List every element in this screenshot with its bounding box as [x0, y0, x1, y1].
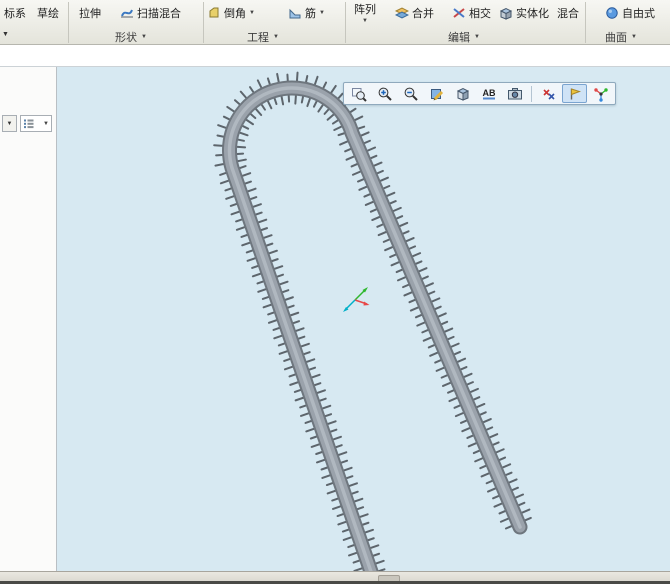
ribbon-button-intersect[interactable]: 相交 — [449, 0, 494, 26]
saved-orientations-button[interactable]: AB — [476, 84, 501, 103]
saved-orientations-icon: AB — [482, 88, 495, 99]
chevron-down-icon: ▼ — [474, 34, 480, 40]
display-style-icon — [456, 87, 469, 101]
ribbon-button-swept-blend[interactable]: 扫描混合 — [117, 0, 184, 26]
ribbon-button-extrude[interactable]: 拉伸 — [76, 0, 104, 26]
ribbon-button-blend[interactable]: 混合 — [554, 0, 582, 26]
spin-axis-x-arrowhead — [363, 301, 370, 306]
zoom-in-icon — [378, 87, 392, 101]
repaint-icon — [430, 88, 443, 100]
solidify-icon — [499, 7, 513, 20]
model-tree-filter-button[interactable]: ▼ — [2, 115, 17, 132]
pattern-label: 阵列 — [354, 4, 376, 16]
toolbar-separator — [531, 85, 532, 102]
zoom-in-button[interactable] — [372, 84, 397, 103]
named-views-icon — [507, 87, 522, 99]
spin-center-icon — [593, 87, 608, 102]
spin-center-triad — [343, 287, 370, 312]
zoom-out-button[interactable] — [398, 84, 423, 103]
refit-button[interactable] — [346, 84, 371, 103]
ribbon-group-separator — [585, 2, 586, 43]
ribbon-group-separator — [345, 2, 346, 43]
toolbar-spacer — [0, 46, 670, 67]
swept-blend-icon — [121, 9, 133, 18]
ribbon-button-chamfer[interactable]: 倒角 ▼ — [204, 0, 258, 26]
chevron-down-icon: ▼ — [43, 120, 49, 127]
model-tree-display-combo[interactable]: ▼ — [20, 115, 52, 132]
ribbon-button-rib[interactable]: 筋 ▼ — [285, 0, 328, 26]
chamfer-label: 倒角 — [224, 8, 246, 20]
ribbon-group-surfaces[interactable]: 曲面 ▼ — [590, 30, 652, 44]
saved-orientations-glyph: AB — [482, 88, 495, 98]
chamfer-icon — [209, 7, 219, 18]
in-graphics-toolbar: AB — [343, 82, 616, 105]
chevron-down-icon: ▼ — [273, 34, 279, 40]
chevron-down-icon: ▼ — [6, 120, 13, 127]
ribbon: 标系 草绘 拉伸 扫描混合 倒角 ▼ 筋 ▼ 阵列 ▼ 合并 相交 实体化 混合… — [0, 0, 670, 45]
ribbon-button-coordinate-system[interactable]: 标系 — [1, 0, 29, 26]
ribbon-button-freestyle[interactable]: 自由式 — [602, 0, 658, 26]
editing-group-label: 编辑 — [448, 32, 471, 44]
zoom-out-icon — [404, 87, 418, 101]
ribbon-button-solidify[interactable]: 实体化 — [496, 0, 552, 26]
chevron-down-icon: ▼ — [631, 34, 637, 40]
annotation-display-icon — [570, 87, 581, 99]
model-tree-panel: ▼ ▼ — [0, 67, 57, 571]
display-style-button[interactable] — [450, 84, 475, 103]
ribbon-group-editing[interactable]: 编辑 ▼ — [433, 30, 495, 44]
intersect-label: 相交 — [469, 8, 491, 20]
blend-label: 混合 — [557, 8, 579, 20]
rib-icon — [289, 8, 301, 19]
sketch-label: 草绘 — [37, 8, 59, 20]
list-icon — [24, 119, 34, 129]
intersect-icon — [453, 8, 465, 18]
shapes-group-label: 形状 — [115, 32, 138, 44]
swept-blend-label: 扫描混合 — [137, 8, 181, 20]
ribbon-overflow-chevron-icon[interactable]: ▼ — [2, 31, 9, 38]
spin-center-toggle-button[interactable] — [588, 84, 613, 103]
repaint-button[interactable] — [424, 84, 449, 103]
chevron-down-icon: ▼ — [141, 34, 147, 40]
extrude-label: 拉伸 — [79, 8, 101, 20]
chevron-down-icon[interactable]: ▼ — [319, 10, 325, 16]
merge-label: 合并 — [412, 8, 434, 20]
chevron-down-icon[interactable]: ▼ — [249, 10, 255, 16]
engineering-group-label: 工程 — [247, 32, 270, 44]
ribbon-group-engineering[interactable]: 工程 ▼ — [232, 30, 294, 44]
annotation-display-button[interactable] — [562, 84, 587, 103]
freestyle-icon — [606, 7, 618, 19]
datum-display-filters-button[interactable] — [536, 84, 561, 103]
freestyle-label: 自由式 — [622, 8, 655, 20]
ribbon-group-separator — [68, 2, 69, 43]
rib-label: 筋 — [305, 8, 316, 20]
ribbon-button-merge[interactable]: 合并 — [392, 0, 437, 26]
refit-icon — [351, 87, 367, 102]
chevron-down-icon[interactable]: ▼ — [362, 18, 368, 24]
ribbon-button-sketch[interactable]: 草绘 — [34, 0, 62, 26]
surfaces-group-label: 曲面 — [605, 32, 628, 44]
merge-icon — [395, 7, 409, 19]
ribbon-button-pattern[interactable]: 阵列 ▼ — [351, 0, 379, 26]
coordinate-system-label: 标系 — [4, 8, 26, 20]
solidify-label: 实体化 — [516, 8, 549, 20]
named-views-button[interactable] — [502, 84, 527, 103]
datum-display-filters-icon — [542, 88, 555, 100]
graphics-viewport[interactable]: AB — [57, 67, 670, 571]
ribbon-group-shapes[interactable]: 形状 ▼ — [100, 30, 162, 44]
